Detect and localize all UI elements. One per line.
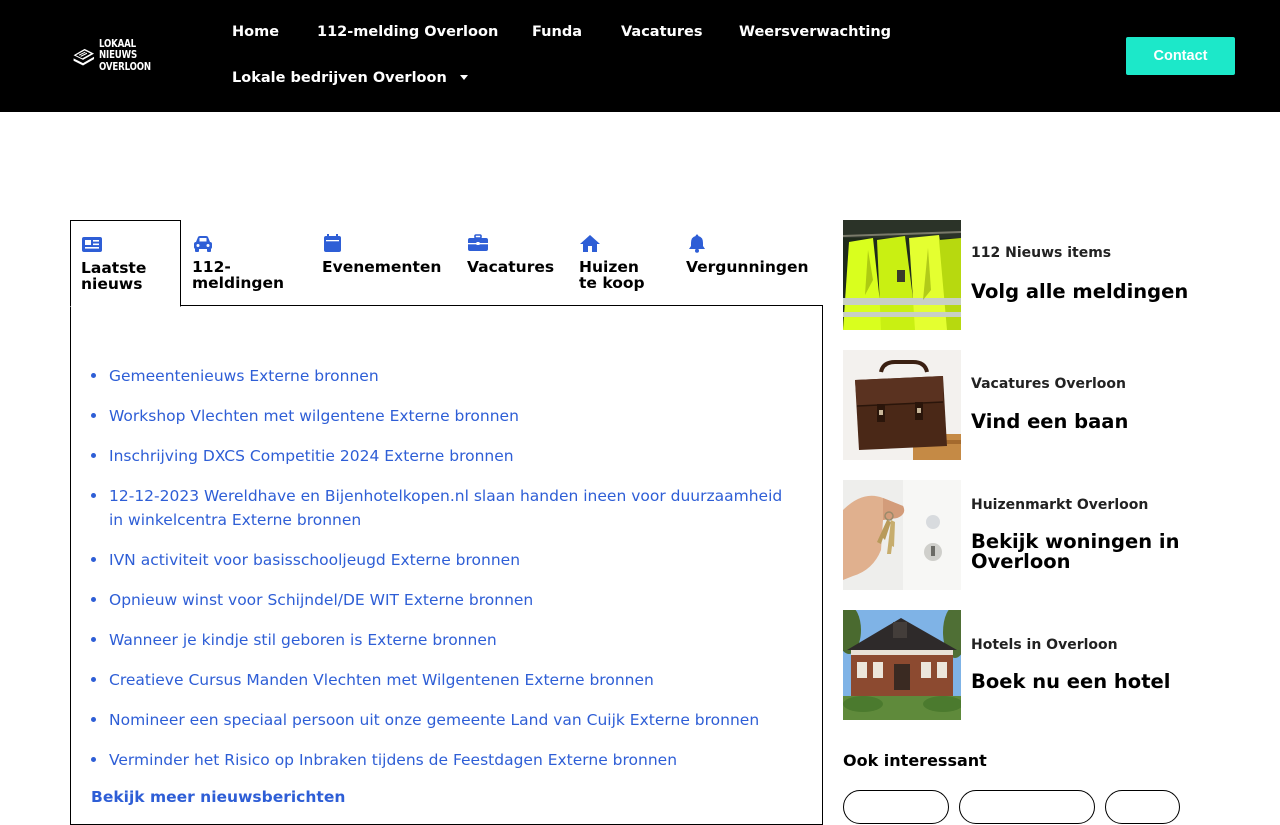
- sidebar-card-112[interactable]: 112 Nieuws items Volg alle meldingen: [843, 220, 1243, 330]
- news-link[interactable]: Inschrijving DXCS Competitie 2024 Extern…: [91, 444, 799, 468]
- site-header: LOKAAL NIEUWS OVERLOON Home 112-melding …: [0, 0, 1280, 112]
- site-logo[interactable]: LOKAAL NIEUWS OVERLOON: [72, 36, 162, 76]
- nav-112-melding[interactable]: 112-melding Overloon: [317, 24, 498, 40]
- news-link[interactable]: Opnieuw winst voor Schijndel/DE WIT Exte…: [91, 588, 799, 612]
- sidebar-card-huizen[interactable]: Huizenmarkt Overloon Bekijk woningen in …: [843, 480, 1243, 590]
- tab-laatste-nieuws[interactable]: Laatste nieuws: [70, 220, 181, 307]
- tab-label: Vacatures: [467, 258, 555, 276]
- tab-label: Evenementen: [322, 258, 442, 276]
- ook-interessant-heading: Ook interessant: [843, 751, 987, 770]
- sidebar-title[interactable]: Volg alle meldingen: [971, 282, 1231, 302]
- logo-wordmark: LOKAAL NIEUWS OVERLOON: [98, 37, 151, 74]
- tab-huizen-te-koop[interactable]: Huizen te koop: [579, 220, 659, 306]
- nav-vacatures[interactable]: Vacatures: [621, 24, 702, 40]
- sidebar-kicker: 112 Nieuws items: [971, 245, 1112, 261]
- news-link[interactable]: Creatieve Cursus Manden Vlechten met Wil…: [91, 668, 799, 692]
- news-icon: [82, 237, 102, 252]
- tab-vacatures[interactable]: Vacatures: [467, 220, 567, 306]
- chevron-down-icon: [459, 74, 468, 80]
- briefcase-icon: [468, 234, 488, 251]
- sidebar-kicker: Vacatures Overloon: [971, 376, 1126, 392]
- bell-icon: [689, 234, 705, 253]
- tab-join: [71, 304, 180, 307]
- house-icon: [580, 235, 600, 252]
- sidebar-kicker: Hotels in Overloon: [971, 637, 1118, 653]
- car-icon: [194, 236, 212, 252]
- nav-weersverwachting[interactable]: Weersverwachting: [739, 24, 891, 40]
- sidebar-kicker: Huizenmarkt Overloon: [971, 497, 1149, 513]
- calendar-icon: [324, 234, 341, 252]
- more-news-link[interactable]: Bekijk meer nieuwsberichten: [91, 788, 345, 806]
- tab-label: Huizen te koop: [579, 258, 645, 292]
- logo-line-1: LOKAAL: [98, 37, 136, 50]
- contact-button[interactable]: Contact: [1126, 37, 1235, 75]
- nav-funda[interactable]: Funda: [532, 24, 582, 40]
- newspaper-logo-icon: [73, 48, 95, 66]
- tab-label: 112-meldingen: [192, 258, 285, 292]
- nav-lokale-bedrijven-label: Lokale bedrijven Overloon: [232, 70, 447, 86]
- tab-evenementen[interactable]: Evenementen: [322, 220, 452, 306]
- sidebar-card-vacatures[interactable]: Vacatures Overloon Vind een baan: [843, 350, 1243, 460]
- police-jackets-image: [843, 220, 961, 330]
- house-keys-image: [843, 480, 961, 590]
- tab-112-meldingen[interactable]: 112-meldingen: [192, 220, 292, 306]
- tag-pill[interactable]: [959, 790, 1095, 824]
- hotel-building-image: [843, 610, 961, 720]
- sidebar-card-hotels[interactable]: Hotels in Overloon Boek nu een hotel: [843, 610, 1243, 720]
- tag-pill[interactable]: [843, 790, 949, 824]
- news-tabs: Laatste nieuws 112-meldingen Evenementen…: [70, 220, 823, 307]
- news-link[interactable]: 12-12-2023 Wereldhave en Bijenhotelkopen…: [91, 484, 799, 532]
- nav-lokale-bedrijven[interactable]: Lokale bedrijven Overloon: [232, 70, 468, 86]
- tab-label: Vergunningen: [686, 258, 809, 276]
- sidebar-title[interactable]: Vind een baan: [971, 412, 1231, 432]
- tab-vergunningen[interactable]: Vergunningen: [686, 220, 823, 306]
- tab-label: Laatste nieuws: [81, 259, 147, 293]
- news-link[interactable]: Gemeentenieuws Externe bronnen: [91, 364, 799, 388]
- leather-bag-image: [843, 350, 961, 460]
- news-link[interactable]: Nomineer een speciaal persoon uit onze g…: [91, 708, 799, 732]
- tag-pill[interactable]: [1105, 790, 1180, 824]
- news-link[interactable]: IVN activiteit voor basisschooljeugd Ext…: [91, 548, 799, 572]
- news-link[interactable]: Verminder het Risico op Inbraken tijdens…: [91, 748, 799, 772]
- sidebar-title[interactable]: Boek nu een hotel: [971, 672, 1231, 692]
- nav-home[interactable]: Home: [232, 24, 279, 40]
- news-list: Gemeentenieuws Externe bronnen Workshop …: [91, 364, 799, 788]
- news-link[interactable]: Workshop Vlechten met wilgentene Externe…: [91, 404, 799, 428]
- sidebar-title[interactable]: Bekijk woningen in Overloon: [971, 532, 1231, 572]
- news-link[interactable]: Wanneer je kindje stil geboren is Extern…: [91, 628, 799, 652]
- logo-line-3: OVERLOON: [98, 60, 151, 73]
